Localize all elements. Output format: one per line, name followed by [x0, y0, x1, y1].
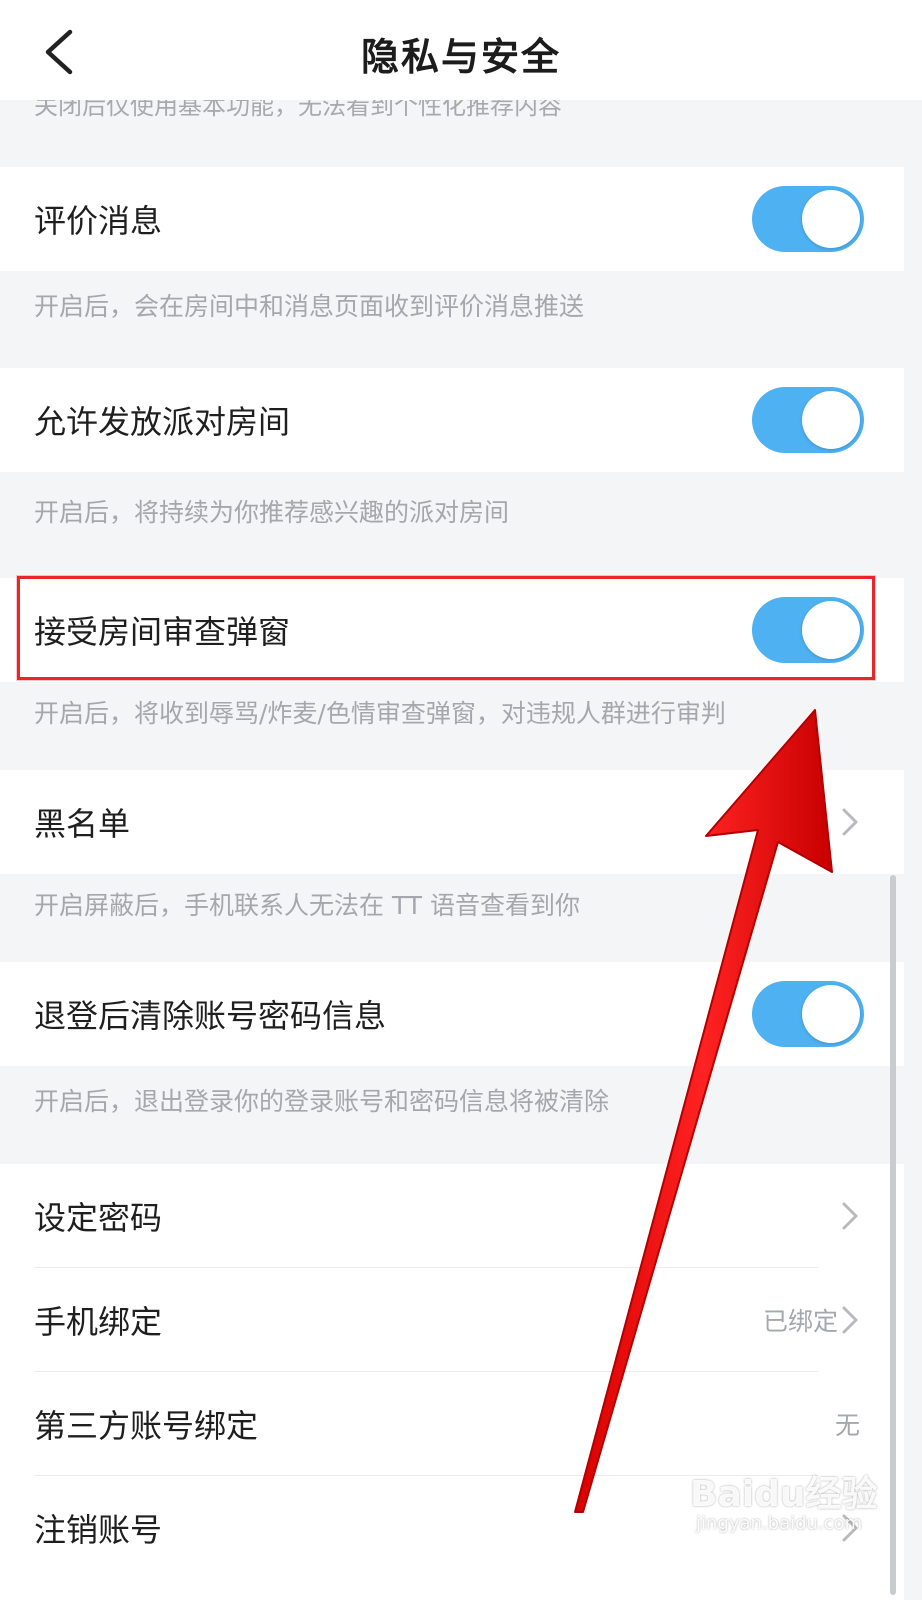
- third-party-binding-status: 无: [834, 1411, 860, 1440]
- setting-description: 开启后，退出登录你的登录账号和密码信息将被清除: [34, 1087, 610, 1116]
- party-rooms-toggle[interactable]: [752, 387, 864, 453]
- account-item-label: 手机绑定: [34, 1303, 163, 1341]
- highlight-annotation: [17, 576, 875, 680]
- setting-description: 开启后，会在房间中和消息页面收到评价消息推送: [34, 292, 585, 321]
- account-item-set-password[interactable]: 设定密码: [0, 1164, 904, 1268]
- chevron-right-icon: [842, 1306, 858, 1334]
- chevron-right-icon: [842, 1202, 858, 1230]
- setting-description: 开启后，将收到辱骂/炸麦/色情审查弹窗，对违规人群进行审判: [34, 699, 726, 728]
- watermark-logo: Baidu经验: [690, 1474, 878, 1515]
- setting-label: 黑名单: [34, 805, 131, 843]
- navigation-header: 隐私与安全: [0, 0, 922, 100]
- account-item-label: 第三方账号绑定: [34, 1407, 259, 1445]
- setting-row-review-messages: 评价消息: [0, 167, 904, 271]
- watermark-url: jingyan.baidu.com: [696, 1513, 863, 1534]
- setting-row-clear-credentials: 退登后清除账号密码信息: [0, 962, 904, 1066]
- toggle-knob: [802, 985, 860, 1043]
- account-item-third-party-binding[interactable]: 第三方账号绑定 无: [0, 1372, 904, 1476]
- account-item-label: 注销账号: [34, 1511, 163, 1549]
- setting-label: 允许发放派对房间: [34, 403, 291, 441]
- account-item-label: 设定密码: [34, 1199, 163, 1237]
- clear-credentials-toggle[interactable]: [752, 981, 864, 1047]
- baidu-watermark: Baidu经验 jingyan.baidu.com: [690, 1465, 890, 1545]
- account-item-phone-binding[interactable]: 手机绑定 已绑定: [0, 1268, 904, 1372]
- page-title: 隐私与安全: [360, 35, 561, 79]
- chevron-right-icon: [842, 808, 858, 836]
- review-messages-toggle[interactable]: [752, 186, 864, 252]
- toggle-knob: [802, 190, 860, 248]
- setting-description: 开启屏蔽后，手机联系人无法在 TT 语音查看到你: [34, 891, 580, 920]
- phone-binding-status: 已绑定: [762, 1307, 838, 1336]
- setting-label: 退登后清除账号密码信息: [34, 997, 387, 1035]
- setting-label: 评价消息: [34, 202, 163, 240]
- setting-row-party-rooms: 允许发放派对房间: [0, 368, 904, 472]
- toggle-knob: [802, 391, 860, 449]
- setting-description: 开启后，将持续为你推荐感兴趣的派对房间: [34, 498, 510, 527]
- setting-row-blacklist[interactable]: 黑名单: [0, 770, 904, 874]
- scrollbar[interactable]: [890, 875, 896, 1595]
